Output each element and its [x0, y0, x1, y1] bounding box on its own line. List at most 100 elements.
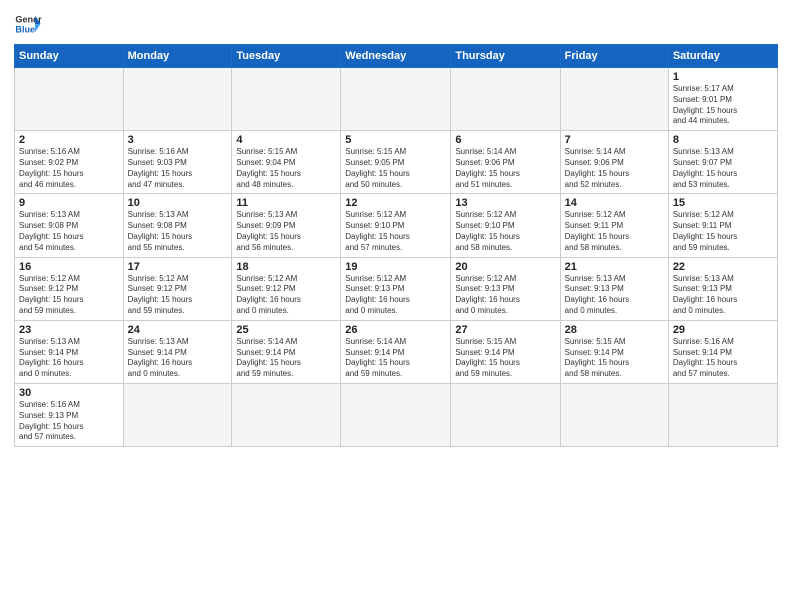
day-info: Sunrise: 5:12 AM Sunset: 9:11 PM Dayligh…: [565, 210, 664, 253]
day-number: 13: [455, 197, 555, 209]
calendar-cell: [341, 383, 451, 446]
day-number: 15: [673, 197, 773, 209]
day-number: 24: [128, 324, 228, 336]
calendar-cell: 4Sunrise: 5:15 AM Sunset: 9:04 PM Daylig…: [232, 131, 341, 194]
day-number: 6: [455, 134, 555, 146]
calendar-cell: 23Sunrise: 5:13 AM Sunset: 9:14 PM Dayli…: [15, 320, 124, 383]
day-number: 2: [19, 134, 119, 146]
calendar-cell: 20Sunrise: 5:12 AM Sunset: 9:13 PM Dayli…: [451, 257, 560, 320]
day-info: Sunrise: 5:14 AM Sunset: 9:14 PM Dayligh…: [236, 337, 336, 380]
calendar-cell: [341, 68, 451, 131]
calendar-week-row: 9Sunrise: 5:13 AM Sunset: 9:08 PM Daylig…: [15, 194, 778, 257]
day-number: 10: [128, 197, 228, 209]
calendar-cell: [668, 383, 777, 446]
day-info: Sunrise: 5:12 AM Sunset: 9:13 PM Dayligh…: [455, 274, 555, 317]
day-number: 14: [565, 197, 664, 209]
generalblue-logo-icon: General Blue: [14, 10, 42, 38]
day-info: Sunrise: 5:15 AM Sunset: 9:05 PM Dayligh…: [345, 147, 446, 190]
day-info: Sunrise: 5:12 AM Sunset: 9:10 PM Dayligh…: [455, 210, 555, 253]
calendar-cell: 24Sunrise: 5:13 AM Sunset: 9:14 PM Dayli…: [123, 320, 232, 383]
day-number: 28: [565, 324, 664, 336]
weekday-header-thursday: Thursday: [451, 45, 560, 68]
calendar-cell: [15, 68, 124, 131]
calendar-cell: 6Sunrise: 5:14 AM Sunset: 9:06 PM Daylig…: [451, 131, 560, 194]
day-info: Sunrise: 5:15 AM Sunset: 9:14 PM Dayligh…: [455, 337, 555, 380]
calendar-table: SundayMondayTuesdayWednesdayThursdayFrid…: [14, 44, 778, 447]
day-info: Sunrise: 5:14 AM Sunset: 9:06 PM Dayligh…: [455, 147, 555, 190]
day-number: 7: [565, 134, 664, 146]
calendar-cell: 25Sunrise: 5:14 AM Sunset: 9:14 PM Dayli…: [232, 320, 341, 383]
weekday-header-friday: Friday: [560, 45, 668, 68]
calendar-cell: 21Sunrise: 5:13 AM Sunset: 9:13 PM Dayli…: [560, 257, 668, 320]
calendar-cell: [123, 383, 232, 446]
day-info: Sunrise: 5:12 AM Sunset: 9:12 PM Dayligh…: [128, 274, 228, 317]
day-number: 29: [673, 324, 773, 336]
day-number: 19: [345, 261, 446, 273]
calendar-cell: [232, 68, 341, 131]
day-info: Sunrise: 5:13 AM Sunset: 9:08 PM Dayligh…: [19, 210, 119, 253]
calendar-cell: 7Sunrise: 5:14 AM Sunset: 9:06 PM Daylig…: [560, 131, 668, 194]
calendar-cell: 19Sunrise: 5:12 AM Sunset: 9:13 PM Dayli…: [341, 257, 451, 320]
day-number: 21: [565, 261, 664, 273]
day-number: 16: [19, 261, 119, 273]
day-info: Sunrise: 5:16 AM Sunset: 9:03 PM Dayligh…: [128, 147, 228, 190]
calendar-cell: [560, 68, 668, 131]
header: General Blue: [14, 10, 778, 38]
calendar-cell: [560, 383, 668, 446]
calendar-cell: 13Sunrise: 5:12 AM Sunset: 9:10 PM Dayli…: [451, 194, 560, 257]
day-number: 3: [128, 134, 228, 146]
day-info: Sunrise: 5:17 AM Sunset: 9:01 PM Dayligh…: [673, 84, 773, 127]
calendar-cell: 29Sunrise: 5:16 AM Sunset: 9:14 PM Dayli…: [668, 320, 777, 383]
day-info: Sunrise: 5:12 AM Sunset: 9:12 PM Dayligh…: [19, 274, 119, 317]
day-number: 26: [345, 324, 446, 336]
calendar-cell: 11Sunrise: 5:13 AM Sunset: 9:09 PM Dayli…: [232, 194, 341, 257]
day-info: Sunrise: 5:16 AM Sunset: 9:02 PM Dayligh…: [19, 147, 119, 190]
day-number: 9: [19, 197, 119, 209]
calendar-week-row: 1Sunrise: 5:17 AM Sunset: 9:01 PM Daylig…: [15, 68, 778, 131]
calendar-cell: 26Sunrise: 5:14 AM Sunset: 9:14 PM Dayli…: [341, 320, 451, 383]
day-info: Sunrise: 5:12 AM Sunset: 9:11 PM Dayligh…: [673, 210, 773, 253]
calendar-cell: [123, 68, 232, 131]
day-info: Sunrise: 5:12 AM Sunset: 9:13 PM Dayligh…: [345, 274, 446, 317]
day-info: Sunrise: 5:15 AM Sunset: 9:14 PM Dayligh…: [565, 337, 664, 380]
calendar-cell: 2Sunrise: 5:16 AM Sunset: 9:02 PM Daylig…: [15, 131, 124, 194]
calendar-week-row: 16Sunrise: 5:12 AM Sunset: 9:12 PM Dayli…: [15, 257, 778, 320]
weekday-header-saturday: Saturday: [668, 45, 777, 68]
calendar-cell: 3Sunrise: 5:16 AM Sunset: 9:03 PM Daylig…: [123, 131, 232, 194]
weekday-header-monday: Monday: [123, 45, 232, 68]
calendar-week-row: 2Sunrise: 5:16 AM Sunset: 9:02 PM Daylig…: [15, 131, 778, 194]
calendar-cell: 8Sunrise: 5:13 AM Sunset: 9:07 PM Daylig…: [668, 131, 777, 194]
day-number: 12: [345, 197, 446, 209]
calendar-cell: 27Sunrise: 5:15 AM Sunset: 9:14 PM Dayli…: [451, 320, 560, 383]
day-info: Sunrise: 5:13 AM Sunset: 9:13 PM Dayligh…: [673, 274, 773, 317]
calendar-week-row: 23Sunrise: 5:13 AM Sunset: 9:14 PM Dayli…: [15, 320, 778, 383]
day-number: 20: [455, 261, 555, 273]
calendar-cell: 22Sunrise: 5:13 AM Sunset: 9:13 PM Dayli…: [668, 257, 777, 320]
calendar-cell: 1Sunrise: 5:17 AM Sunset: 9:01 PM Daylig…: [668, 68, 777, 131]
day-info: Sunrise: 5:16 AM Sunset: 9:13 PM Dayligh…: [19, 400, 119, 443]
calendar-week-row: 30Sunrise: 5:16 AM Sunset: 9:13 PM Dayli…: [15, 383, 778, 446]
day-info: Sunrise: 5:13 AM Sunset: 9:07 PM Dayligh…: [673, 147, 773, 190]
day-number: 27: [455, 324, 555, 336]
day-number: 11: [236, 197, 336, 209]
calendar-cell: [451, 383, 560, 446]
day-info: Sunrise: 5:13 AM Sunset: 9:08 PM Dayligh…: [128, 210, 228, 253]
day-number: 23: [19, 324, 119, 336]
weekday-header-sunday: Sunday: [15, 45, 124, 68]
day-info: Sunrise: 5:16 AM Sunset: 9:14 PM Dayligh…: [673, 337, 773, 380]
day-number: 4: [236, 134, 336, 146]
calendar-cell: 12Sunrise: 5:12 AM Sunset: 9:10 PM Dayli…: [341, 194, 451, 257]
calendar-header-row: SundayMondayTuesdayWednesdayThursdayFrid…: [15, 45, 778, 68]
calendar-cell: 14Sunrise: 5:12 AM Sunset: 9:11 PM Dayli…: [560, 194, 668, 257]
calendar-cell: 9Sunrise: 5:13 AM Sunset: 9:08 PM Daylig…: [15, 194, 124, 257]
day-number: 5: [345, 134, 446, 146]
day-number: 22: [673, 261, 773, 273]
day-info: Sunrise: 5:13 AM Sunset: 9:13 PM Dayligh…: [565, 274, 664, 317]
calendar-cell: 30Sunrise: 5:16 AM Sunset: 9:13 PM Dayli…: [15, 383, 124, 446]
calendar-cell: 16Sunrise: 5:12 AM Sunset: 9:12 PM Dayli…: [15, 257, 124, 320]
svg-text:Blue: Blue: [15, 24, 35, 34]
day-info: Sunrise: 5:14 AM Sunset: 9:14 PM Dayligh…: [345, 337, 446, 380]
calendar-cell: 28Sunrise: 5:15 AM Sunset: 9:14 PM Dayli…: [560, 320, 668, 383]
day-number: 17: [128, 261, 228, 273]
day-number: 18: [236, 261, 336, 273]
